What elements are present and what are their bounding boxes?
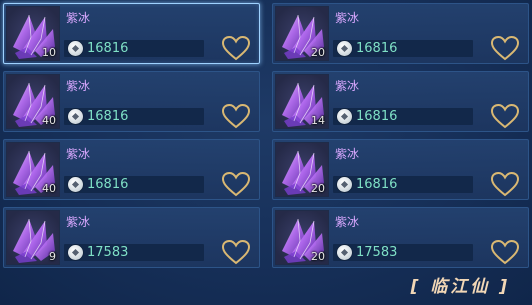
heart-outline-icon[interactable] (221, 239, 251, 265)
watermark: [ 临江仙 ] (410, 277, 510, 297)
price-bar: 16816 (333, 108, 473, 125)
item-icon: 20 (275, 142, 329, 197)
item-icon: 14 (275, 74, 329, 129)
item-name: 紫冰 (335, 79, 360, 93)
item-quantity: 20 (311, 182, 325, 195)
silver-coin-icon (68, 177, 83, 192)
item-quantity: 9 (49, 250, 56, 263)
price-bar: 16816 (333, 176, 473, 193)
price-bar: 17583 (64, 244, 204, 261)
item-icon: 20 (275, 210, 329, 265)
heart-outline-icon[interactable] (490, 103, 520, 129)
item-icon: 40 (6, 74, 60, 129)
price-bar: 16816 (333, 40, 473, 57)
item-quantity: 20 (311, 250, 325, 263)
item-icon: 40 (6, 142, 60, 197)
item-price: 16816 (87, 177, 129, 192)
item-price: 16816 (87, 41, 129, 56)
silver-coin-icon (337, 177, 352, 192)
item-icon: 9 (6, 210, 60, 265)
item-price: 17583 (87, 245, 129, 260)
heart-outline-icon[interactable] (221, 35, 251, 61)
item-quantity: 14 (311, 114, 325, 127)
item-name: 紫冰 (335, 147, 360, 161)
listing-card[interactable]: 20 紫冰 16816 (272, 3, 529, 64)
heart-outline-icon[interactable] (490, 239, 520, 265)
listing-card[interactable]: 40 紫冰 16816 (3, 71, 260, 132)
item-quantity: 40 (42, 182, 56, 195)
item-name: 紫冰 (66, 215, 91, 229)
item-price: 17583 (356, 245, 398, 260)
silver-coin-icon (337, 41, 352, 56)
listing-card[interactable]: 9 紫冰 17583 (3, 207, 260, 268)
silver-coin-icon (68, 245, 83, 260)
heart-outline-icon[interactable] (490, 171, 520, 197)
listing-card[interactable]: 40 紫冰 16816 (3, 139, 260, 200)
silver-coin-icon (68, 41, 83, 56)
item-price: 16816 (356, 109, 398, 124)
item-name: 紫冰 (66, 147, 91, 161)
listing-card[interactable]: 20 紫冰 16816 (272, 139, 529, 200)
item-icon: 10 (6, 6, 60, 61)
item-price: 16816 (356, 41, 398, 56)
item-quantity: 40 (42, 114, 56, 127)
price-bar: 16816 (64, 108, 204, 125)
price-bar: 16816 (64, 176, 204, 193)
heart-outline-icon[interactable] (221, 171, 251, 197)
heart-outline-icon[interactable] (221, 103, 251, 129)
silver-coin-icon (337, 245, 352, 260)
item-price: 16816 (356, 177, 398, 192)
item-quantity: 10 (42, 46, 56, 59)
item-name: 紫冰 (335, 215, 360, 229)
listing-card[interactable]: 20 紫冰 17583 (272, 207, 529, 268)
silver-coin-icon (337, 109, 352, 124)
listing-card[interactable]: 14 紫冰 16816 (272, 71, 529, 132)
price-bar: 16816 (64, 40, 204, 57)
item-quantity: 20 (311, 46, 325, 59)
item-price: 16816 (87, 109, 129, 124)
item-listing-grid: 10 紫冰 16816 20 紫冰 16816 40 紫冰 16816 14 紫… (3, 3, 529, 271)
item-name: 紫冰 (335, 11, 360, 25)
price-bar: 17583 (333, 244, 473, 261)
item-name: 紫冰 (66, 79, 91, 93)
item-name: 紫冰 (66, 11, 91, 25)
listing-card[interactable]: 10 紫冰 16816 (3, 3, 260, 64)
item-icon: 20 (275, 6, 329, 61)
silver-coin-icon (68, 109, 83, 124)
heart-outline-icon[interactable] (490, 35, 520, 61)
